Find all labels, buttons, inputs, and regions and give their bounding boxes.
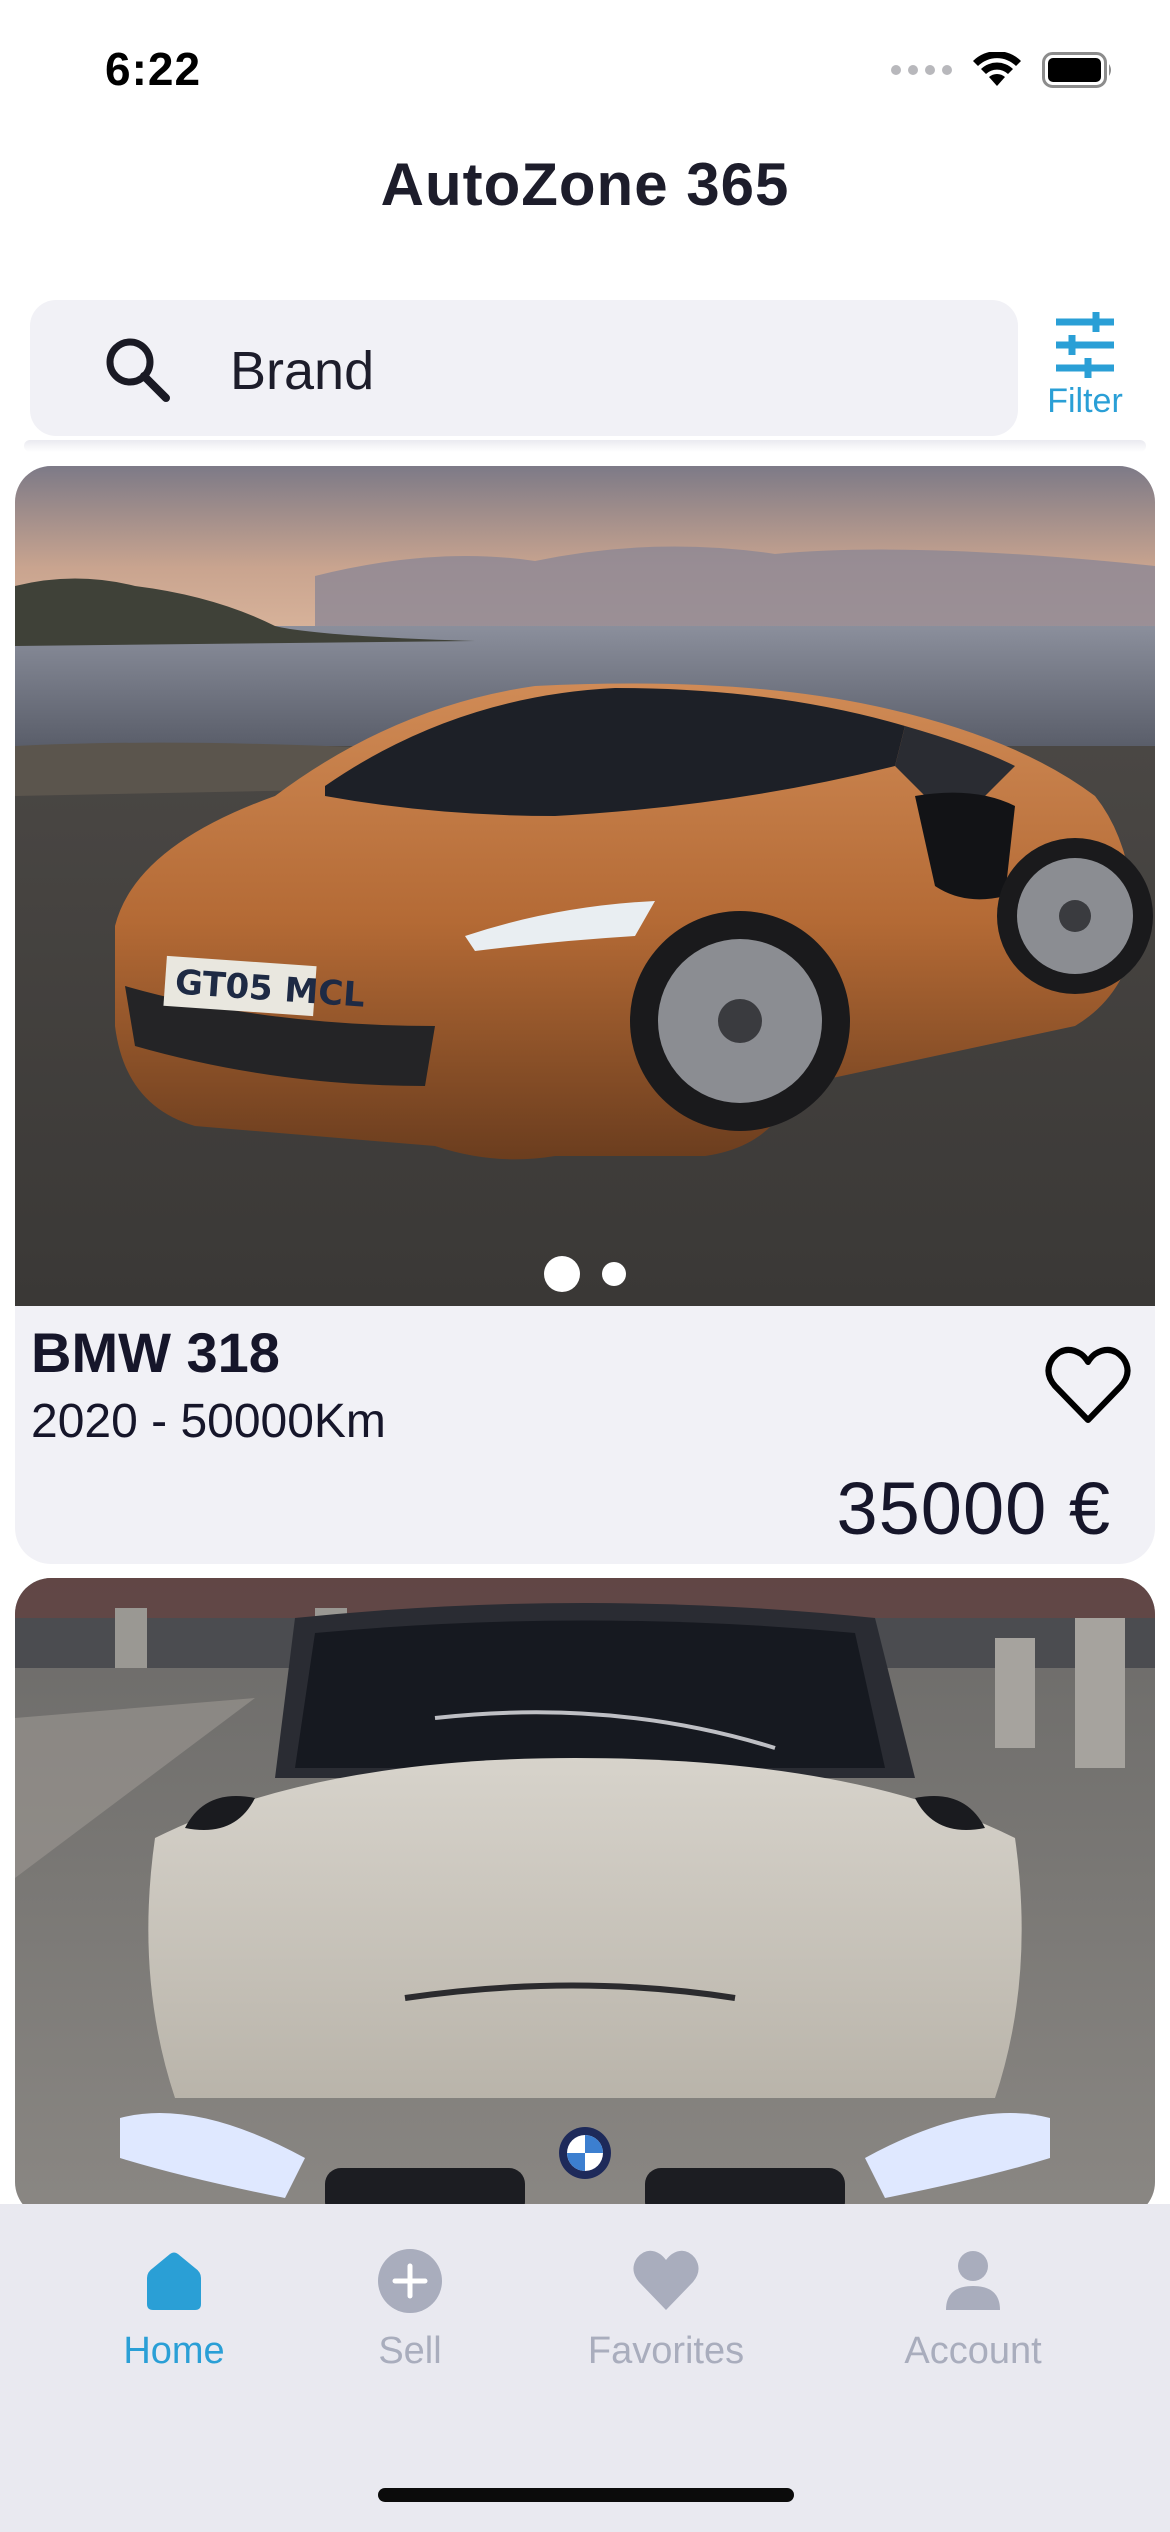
status-bar: 6:22 (0, 0, 1170, 140)
listing-title: BMW 318 (31, 1321, 280, 1384)
tab-label: Account (904, 2330, 1042, 2372)
cellular-signal-icon (891, 65, 952, 75)
search-placeholder: Brand (230, 341, 375, 401)
search-icon (106, 338, 170, 402)
tab-favorites[interactable]: Favorites (566, 2246, 766, 2373)
white-bmw-front-icon (15, 1578, 1155, 2218)
tab-bar: Home Sell Favorites Account (0, 2204, 1170, 2532)
favorite-heart-icon[interactable] (1045, 1346, 1131, 1426)
carousel-dot[interactable] (602, 1262, 626, 1286)
person-icon (946, 2251, 1000, 2310)
listing-price: 35000 € (836, 1467, 1111, 1550)
tab-sell[interactable]: Sell (340, 2246, 480, 2373)
status-icons (891, 52, 1114, 88)
filter-button[interactable]: Filter (1030, 300, 1140, 430)
listing-card[interactable] (15, 1578, 1155, 2218)
page-title: AutoZone 365 (380, 151, 790, 218)
filter-label: Filter (1047, 382, 1123, 420)
wifi-icon (973, 52, 1021, 86)
carousel-dot-active[interactable] (544, 1256, 580, 1292)
listing-subtitle: 2020 - 50000Km (31, 1395, 386, 1448)
car-photo[interactable]: GT05 MCL (15, 466, 1155, 1306)
status-time: 6:22 (105, 43, 202, 95)
orange-sports-car-icon: GT05 MCL (15, 466, 1155, 1306)
listing-card[interactable]: GT05 MCL BMW 318 2020 - 50000Km 35000 € (15, 466, 1155, 1564)
heart-icon (633, 2250, 699, 2310)
home-indicator (378, 2488, 794, 2502)
tab-label: Favorites (587, 2330, 745, 2372)
sliders-icon (1056, 312, 1114, 378)
divider (24, 440, 1146, 452)
tab-label: Sell (378, 2330, 442, 2372)
search-input[interactable]: Brand (30, 300, 1018, 436)
home-icon (147, 2252, 201, 2310)
carousel-indicator[interactable] (15, 1256, 1155, 1292)
tab-label: Home (123, 2330, 225, 2372)
battery-icon (1042, 52, 1111, 88)
tab-account[interactable]: Account (880, 2246, 1066, 2373)
plus-circle-icon (378, 2249, 442, 2313)
car-photo[interactable] (15, 1578, 1155, 2218)
tab-home[interactable]: Home (104, 2246, 244, 2373)
